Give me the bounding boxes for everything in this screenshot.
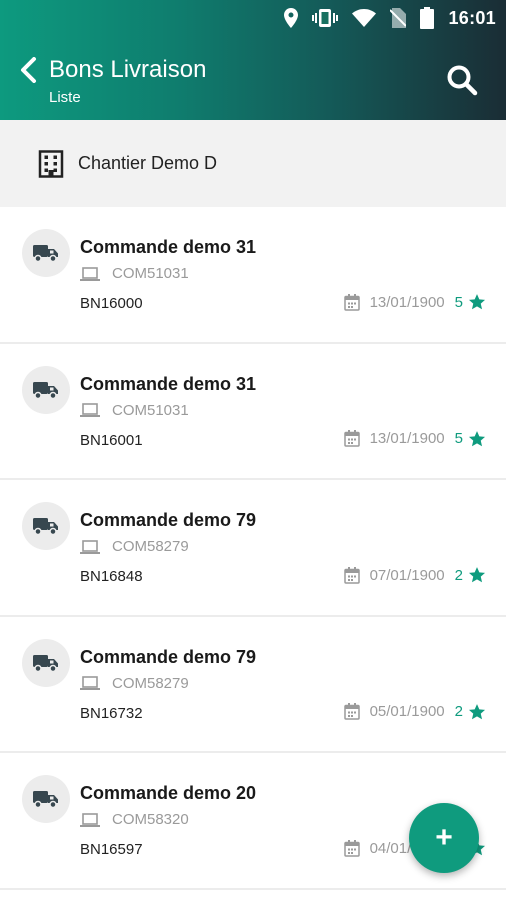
star-icon [468,703,486,719]
delivery-date: 07/01/1900 [369,566,445,584]
delivery-date: 13/01/1900 [369,293,445,311]
calendar-icon [343,430,360,447]
command-ref: COM58279 [80,675,189,692]
command-code: COM58279 [112,538,189,555]
back-button[interactable] [14,56,42,84]
list-item[interactable]: Commande demo 79 COM58279 BN16732 05/01/… [0,616,506,753]
command-name: Commande demo 31 [80,237,257,257]
truck-icon [33,245,58,263]
truck-icon [33,381,58,399]
command-code: COM58279 [112,674,189,692]
list-item[interactable]: Commande demo 31 COM51031 BN16001 13/01/… [0,343,506,480]
search-button[interactable] [446,64,478,96]
status-time: 16:01 [448,7,496,28]
page-title: Bons Livraison [49,56,207,83]
truck-icon [33,654,58,672]
delivery-date: 13/01/1900 [369,430,445,447]
command-name: Commande demo 20 [80,783,257,803]
no-sim-icon [390,8,407,28]
laptop-icon [80,676,100,690]
avatar [22,638,70,687]
calendar-icon [343,566,360,584]
delivery-meta: 07/01/1900 2 [343,566,486,584]
building-icon [38,149,64,178]
delivery-note-number: BN16597 [80,841,143,858]
delivery-meta: 13/01/1900 5 [343,430,486,448]
command-ref: COM51031 [80,265,189,282]
star-icon [468,294,486,310]
delivery-note-number: BN16732 [80,704,143,722]
avatar [22,229,70,277]
plus-icon: + [435,821,453,854]
location-icon [284,8,299,28]
calendar-icon [343,293,360,311]
command-code: COM58320 [112,811,189,828]
search-icon [447,65,478,96]
command-code: COM51031 [112,265,189,282]
rating-value: 2 [454,566,463,584]
calendar-icon [343,839,360,857]
command-code: COM51031 [112,401,189,419]
list-item[interactable]: Commande demo 31 COM51031 BN16000 13/01/… [0,207,506,344]
status-bar: 16:01 [284,6,496,30]
site-selector[interactable]: Chantier Demo D [0,120,506,207]
delivery-note-number: BN16848 [80,568,143,585]
laptop-icon [80,266,100,281]
star-icon [468,567,486,583]
command-name: Commande demo 31 [80,373,257,394]
command-ref: COM58320 [80,811,189,828]
page-subtitle: Liste [49,89,81,106]
avatar [22,502,70,550]
command-ref: COM58279 [80,538,189,555]
command-ref: COM51031 [80,402,189,419]
rating-value: 5 [454,430,463,447]
laptop-icon [80,403,100,417]
rating-value: 2 [454,703,463,720]
app-bar: 16:01 Bons Livraison Liste [0,0,506,120]
delivery-note-number: BN16001 [80,431,143,449]
wifi-icon [352,9,377,27]
rating-value: 5 [454,293,463,311]
chevron-left-icon [21,57,36,83]
truck-icon [33,518,58,536]
calendar-icon [343,703,360,720]
command-name: Commande demo 79 [80,646,257,667]
star-icon [468,430,486,446]
battery-icon [420,7,435,29]
laptop-icon [80,539,100,554]
site-name: Chantier Demo D [78,153,218,173]
list-item[interactable]: Commande demo 79 COM58279 BN16848 07/01/… [0,480,506,617]
delivery-meta: 05/01/1900 2 [343,703,486,721]
vibrate-icon [312,9,339,27]
add-delivery-button[interactable]: + [409,803,479,873]
delivery-list: Commande demo 31 COM51031 BN16000 13/01/… [0,207,506,890]
delivery-meta: 13/01/1900 5 [343,293,486,311]
avatar [22,365,70,414]
command-name: Commande demo 79 [80,510,257,530]
truck-icon [33,791,58,809]
avatar [22,775,70,823]
laptop-icon [80,812,100,827]
delivery-date: 05/01/1900 [369,703,445,720]
delivery-note-number: BN16000 [80,295,143,312]
